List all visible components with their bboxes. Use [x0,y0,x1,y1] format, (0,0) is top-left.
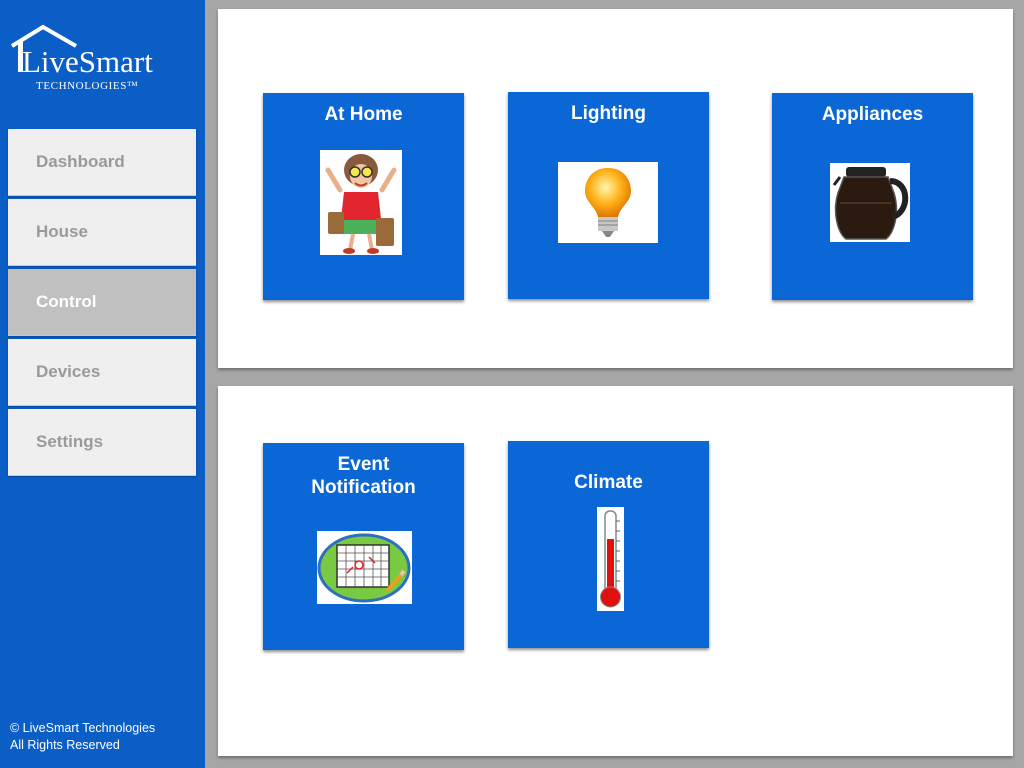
top-panel: At Home Lighting Appliances [218,9,1013,368]
tile-title: At Home [324,104,403,125]
sidebar-nav: Dashboard House Control Devices Settings [8,129,196,479]
tile-title: Appliances [821,104,924,125]
rights-line: All Rights Reserved [10,738,120,752]
tile-event-notification[interactable]: Event Notification [263,443,464,650]
tile-lighting[interactable]: Lighting [508,92,709,299]
copyright-line: © LiveSmart Technologies [10,721,156,735]
logo-text: LiveSmart [22,44,153,79]
tile-title-line1: Event [337,454,390,475]
light-bulb-icon [558,162,658,243]
logo-tagline: TECHNOLOGIES™ [36,80,139,92]
tile-climate[interactable]: Climate [508,441,709,648]
tile-title-line2: Notification [311,477,416,498]
tile-title: Climate [574,472,643,493]
tile-appliances[interactable]: Appliances [772,93,973,300]
coffee-pot-icon [830,163,910,242]
tile-at-home[interactable]: At Home [263,93,464,300]
sidebar-item-control[interactable]: Control [8,269,196,336]
sidebar-item-settings[interactable]: Settings [8,409,196,476]
calendar-icon [317,531,412,604]
person-with-luggage-icon [320,150,402,255]
tile-title: Event Notification [263,453,464,499]
sidebar-item-devices[interactable]: Devices [8,339,196,406]
sidebar: LiveSmart TECHNOLOGIES™ Dashboard House … [0,0,205,768]
tile-title: Lighting [571,103,646,124]
copyright-footer: © LiveSmart Technologies All Rights Rese… [10,720,155,754]
bottom-panel: Event Notification Climate [218,386,1013,756]
thermometer-icon [597,507,624,611]
sidebar-item-dashboard[interactable]: Dashboard [8,129,196,196]
livesmart-logo[interactable]: LiveSmart TECHNOLOGIES™ [10,24,185,98]
sidebar-item-house[interactable]: House [8,199,196,266]
